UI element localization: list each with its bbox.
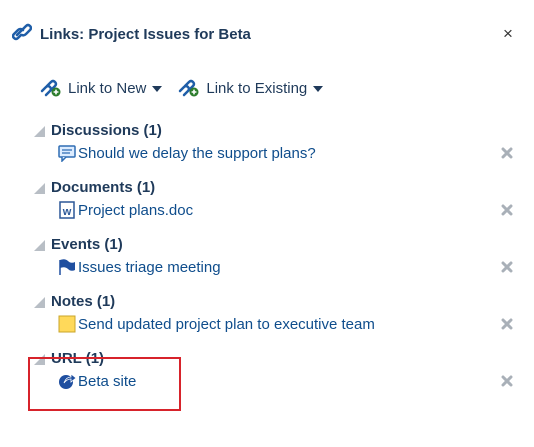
discussion-icon bbox=[58, 144, 76, 163]
group-toggle-discussions[interactable]: Discussions (1) bbox=[34, 121, 162, 139]
panel-title: Links: Project Issues for Beta bbox=[40, 25, 251, 43]
group-events: Events (1) Issues triage meeting bbox=[34, 235, 524, 292]
link-chain-icon bbox=[11, 22, 33, 47]
group-discussions: Discussions (1) Should we delay the supp… bbox=[34, 121, 524, 178]
list-item-label: Project plans.doc bbox=[78, 201, 194, 219]
link-to-new-label: Link to New bbox=[68, 79, 147, 97]
group-title: Notes (1) bbox=[51, 292, 116, 310]
collapse-triangle-icon bbox=[34, 182, 45, 194]
panel-header: Links: Project Issues for Beta × bbox=[11, 20, 518, 48]
group-title: Discussions (1) bbox=[51, 121, 162, 139]
group-documents: Documents (1) w Project plans.doc bbox=[34, 178, 524, 235]
list-item-label: Should we delay the support plans? bbox=[78, 144, 316, 162]
list-item-discussion[interactable]: Should we delay the support plans? bbox=[58, 143, 316, 163]
add-link-icon bbox=[176, 75, 200, 101]
remove-link-button[interactable] bbox=[501, 146, 513, 159]
collapse-triangle-icon bbox=[34, 239, 45, 251]
remove-x-icon bbox=[501, 318, 513, 330]
note-icon bbox=[58, 315, 76, 333]
link-toolbar: Link to New Link to Existing bbox=[38, 74, 324, 102]
link-to-existing-label: Link to Existing bbox=[206, 79, 308, 97]
remove-x-icon bbox=[501, 204, 513, 216]
group-notes: Notes (1) Send updated project plan to e… bbox=[34, 292, 524, 349]
remove-link-button[interactable] bbox=[501, 317, 513, 330]
link-to-new-button[interactable]: Link to New bbox=[38, 75, 163, 101]
list-item-note[interactable]: Send updated project plan to executive t… bbox=[58, 314, 375, 334]
group-toggle-events[interactable]: Events (1) bbox=[34, 235, 123, 253]
list-item-event[interactable]: Issues triage meeting bbox=[58, 257, 221, 277]
chevron-down-icon bbox=[313, 86, 324, 92]
url-highlight-box bbox=[28, 357, 181, 411]
link-to-existing-button[interactable]: Link to Existing bbox=[176, 75, 324, 101]
add-link-icon bbox=[38, 75, 62, 101]
remove-x-icon bbox=[501, 147, 513, 159]
svg-text:w: w bbox=[62, 206, 72, 218]
list-item-label: Send updated project plan to executive t… bbox=[78, 315, 375, 333]
chevron-down-icon bbox=[152, 86, 163, 92]
remove-link-button[interactable] bbox=[501, 260, 513, 273]
list-item-document[interactable]: w Project plans.doc bbox=[58, 200, 193, 220]
list-item-label: Issues triage meeting bbox=[78, 258, 221, 276]
remove-x-icon bbox=[501, 375, 513, 387]
group-title: Events (1) bbox=[51, 235, 123, 253]
remove-link-button[interactable] bbox=[501, 203, 513, 216]
collapse-triangle-icon bbox=[34, 125, 45, 137]
links-panel: Links: Project Issues for Beta × Link to… bbox=[0, 0, 534, 447]
flag-icon bbox=[58, 258, 76, 276]
word-document-icon: w bbox=[58, 201, 76, 219]
group-title: Documents (1) bbox=[51, 178, 156, 196]
close-button[interactable]: × bbox=[498, 24, 518, 44]
remove-x-icon bbox=[501, 261, 513, 273]
group-toggle-documents[interactable]: Documents (1) bbox=[34, 178, 155, 196]
group-toggle-notes[interactable]: Notes (1) bbox=[34, 292, 115, 310]
collapse-triangle-icon bbox=[34, 296, 45, 308]
remove-link-button[interactable] bbox=[501, 374, 513, 387]
